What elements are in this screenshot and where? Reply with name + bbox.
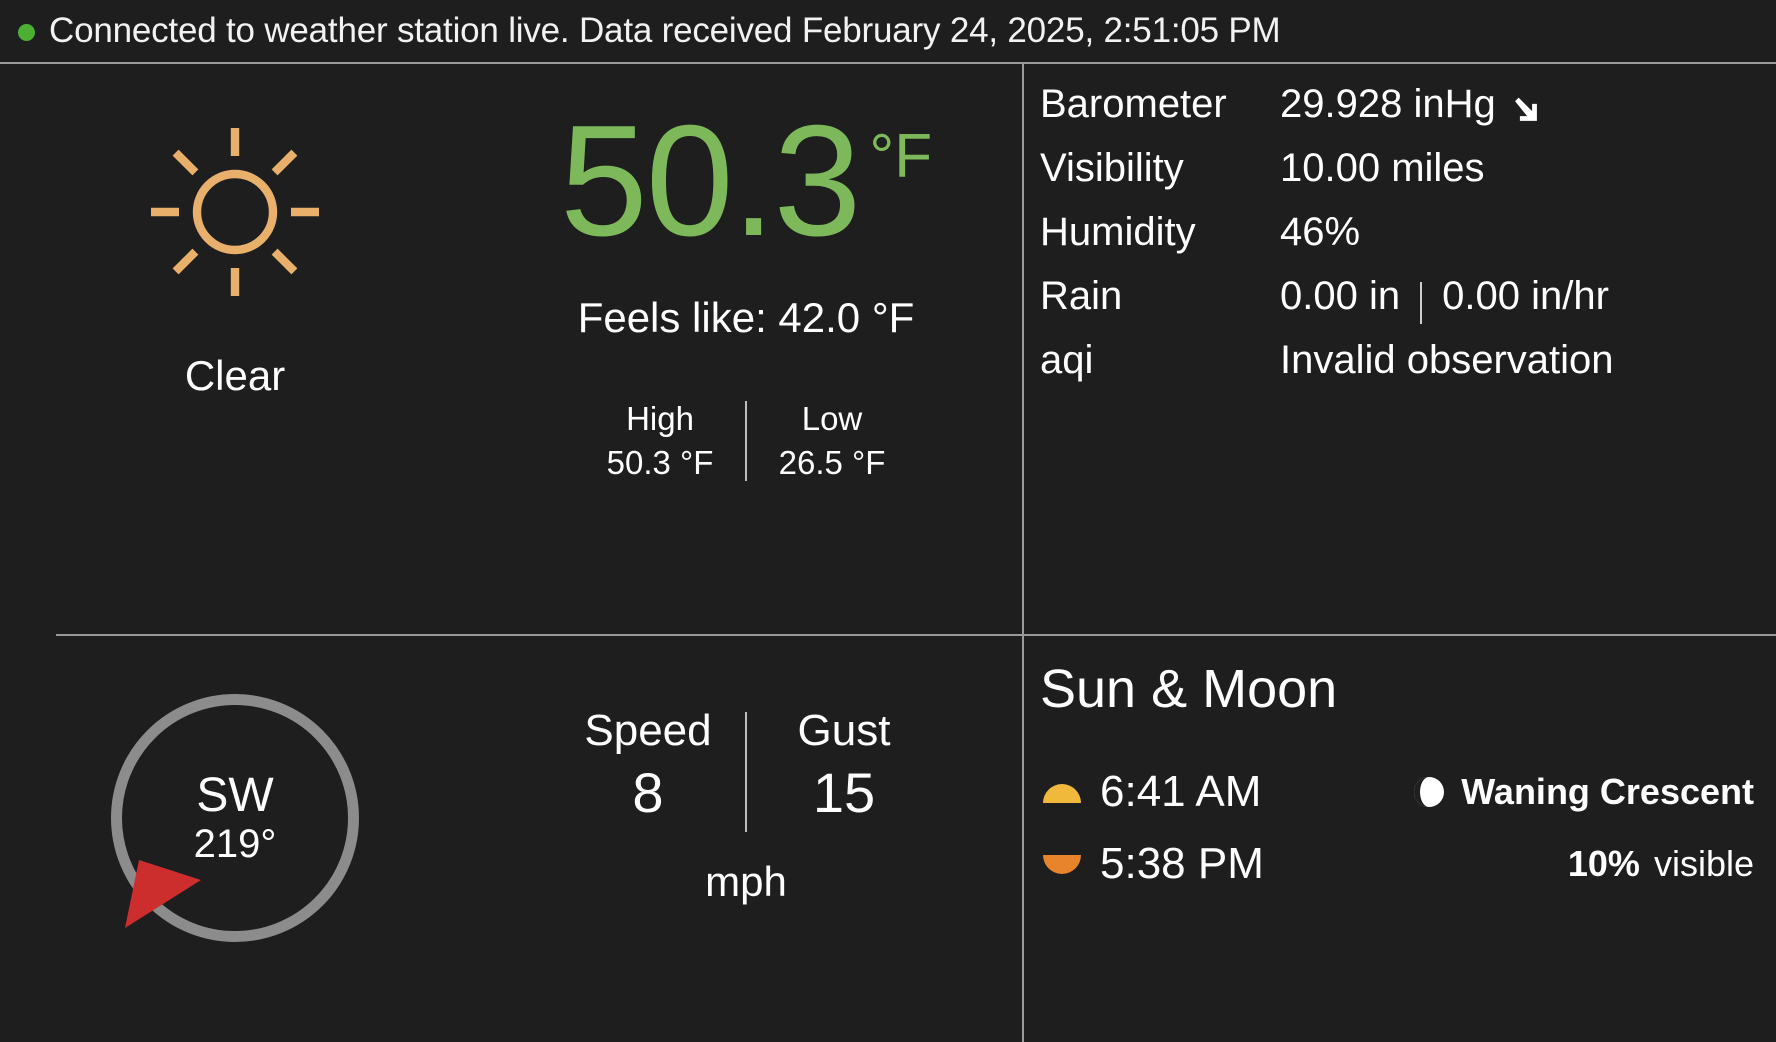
detail-value: 0.00 in 0.00 in/hr (1280, 274, 1609, 324)
barometer-value: 29.928 inHg (1280, 82, 1496, 126)
temperature-unit: °F (869, 122, 933, 191)
wind-gust-column: Gust 15 (747, 706, 941, 825)
moon-visible-label: visible (1653, 843, 1754, 884)
high-label: High (626, 400, 694, 437)
moon-phase-group: Waning Crescent (1370, 771, 1776, 813)
moon-visibility-group: 10% visible (1370, 843, 1776, 885)
moon-phase-name: Waning Crescent (1461, 771, 1754, 812)
wind-gust-value: 15 (812, 761, 876, 824)
detail-key: Barometer (1040, 82, 1227, 126)
low-label: Low (801, 400, 863, 437)
detail-key: aqi (1040, 338, 1094, 382)
rain-total-value: 0.00 in (1280, 274, 1401, 318)
moon-visible-percent: 10% (1567, 843, 1640, 884)
detail-row-humidity: Humidity 46% (1040, 210, 1776, 274)
wind-direction-cardinal: SW (196, 768, 274, 822)
rain-rate-value: 0.00 in/hr (1442, 274, 1609, 318)
temperature-block: 50.3 °F Feels like: 42.0 °F High 50.3 °F… (470, 94, 1022, 482)
sunset-row: 5:38 PM 10% visible (1040, 828, 1776, 900)
sun-icon (151, 128, 319, 296)
low-value: 26.5 °F (778, 444, 886, 481)
detail-row-visibility: Visibility 10.00 miles (1040, 146, 1776, 210)
low-column: Low 26.5 °F (747, 400, 917, 482)
detail-key: Rain (1040, 274, 1123, 318)
connection-status-text: Connected to weather station live. Data … (49, 11, 1281, 50)
arrow-down-right-icon (1514, 97, 1537, 121)
wind-compass-block: SW 219° (0, 688, 470, 942)
high-low-block: High 50.3 °F Low 26.5 °F (575, 400, 917, 482)
detail-key: Visibility (1040, 146, 1184, 190)
condition-label: Clear (184, 352, 286, 399)
wind-speed-unit: mph (705, 858, 787, 905)
temperature-value: 50.3 (559, 93, 862, 269)
sunrise-time: 6:41 AM (1100, 767, 1262, 816)
rain-value-separator (1420, 281, 1423, 324)
sunrise-group: 6:41 AM (1040, 767, 1370, 817)
sunrise-icon (1043, 784, 1081, 803)
detail-value: 29.928 inHg (1280, 82, 1542, 127)
aqi-value: Invalid observation (1280, 338, 1614, 382)
weather-details-panel: Barometer 29.928 inHg Visibility 10.00 m… (1022, 64, 1776, 634)
detail-row-barometer: Barometer 29.928 inHg (1040, 82, 1776, 146)
wind-direction-degrees: 219° (193, 822, 277, 867)
detail-row-rain: Rain 0.00 in 0.00 in/hr (1040, 274, 1776, 338)
current-conditions-panel: Clear 50.3 °F Feels like: 42.0 °F High 5… (0, 64, 1022, 634)
humidity-value: 46% (1280, 210, 1361, 254)
wind-speed-block: Speed 8 Gust 15 mph (470, 688, 1022, 906)
feels-like-text: Feels like: 42.0 °F (577, 294, 915, 341)
moon-waning-crescent-icon (1414, 777, 1445, 807)
high-value: 50.3 °F (606, 444, 714, 481)
wind-panel: SW 219° Speed 8 Gust 15 mph (0, 636, 1022, 1042)
condition-icon-block: Clear (0, 94, 470, 400)
sunset-group: 5:38 PM (1040, 839, 1370, 889)
detail-key: Humidity (1040, 210, 1196, 254)
sun-moon-panel: Sun & Moon 6:41 AM Waning Crescent 5:38 … (1022, 636, 1776, 1042)
wind-speed-label: Speed (584, 706, 712, 755)
temperature-display: 50.3 °F (560, 102, 932, 260)
wind-speed-column: Speed 8 (551, 706, 745, 825)
high-column: High 50.3 °F (575, 400, 745, 482)
wind-speed-value: 8 (632, 761, 664, 824)
dashboard-grid: Clear 50.3 °F Feels like: 42.0 °F High 5… (0, 62, 1776, 1042)
sunset-time: 5:38 PM (1100, 839, 1264, 888)
compass-readout: SW 219° (111, 694, 359, 942)
wind-compass: SW 219° (111, 694, 359, 942)
visibility-value: 10.00 miles (1280, 146, 1485, 190)
sun-moon-title: Sun & Moon (1040, 659, 1338, 719)
connection-status-bar: Connected to weather station live. Data … (0, 0, 1776, 62)
sunset-icon (1043, 855, 1081, 874)
wind-speed-row: Speed 8 Gust 15 (551, 706, 941, 832)
connection-status-dot (18, 23, 35, 41)
wind-gust-label: Gust (797, 706, 891, 755)
sunrise-row: 6:41 AM Waning Crescent (1040, 756, 1776, 828)
detail-row-aqi: aqi Invalid observation (1040, 338, 1776, 402)
